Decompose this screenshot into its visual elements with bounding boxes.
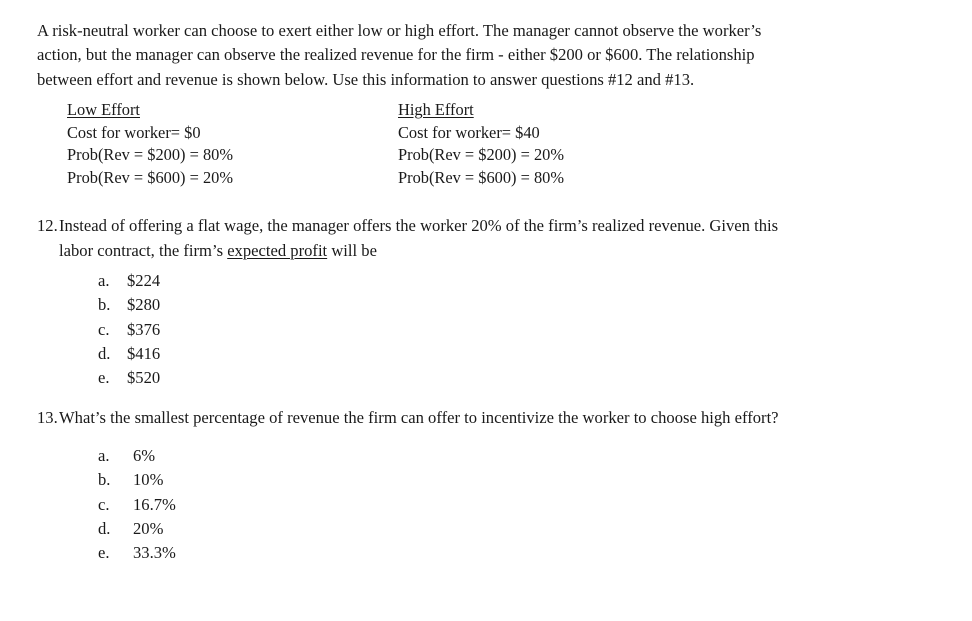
option-e-letter: e. xyxy=(98,543,110,563)
document-page: A risk-neutral worker can choose to exer… xyxy=(0,0,972,621)
low-effort-cost: Cost for worker= $0 xyxy=(67,122,201,142)
question-12-text-2-prefix: labor contract, the firm’s xyxy=(59,240,228,260)
low-effort-prob-200: Prob(Rev = $200) = 80% xyxy=(67,145,233,165)
effort-column-low: Low Effort Cost for worker= $0 Prob(Rev … xyxy=(67,99,397,189)
low-effort-header-line: Low Effort xyxy=(67,99,397,122)
option-c-letter: c. xyxy=(98,319,110,339)
option-a[interactable]: a. $224 xyxy=(98,269,160,293)
option-c[interactable]: c. 16.7% xyxy=(98,493,176,517)
option-a-text: $224 xyxy=(127,271,161,290)
option-b[interactable]: b. 10% xyxy=(98,468,176,492)
low-effort-header: Low Effort xyxy=(67,100,140,119)
option-d-text: $416 xyxy=(127,343,161,363)
high-effort-prob-200: Prob(Rev = $200) = 20% xyxy=(398,145,564,165)
option-d[interactable]: d. 20% xyxy=(98,517,176,541)
question-12-number: 12. xyxy=(37,216,58,235)
question-13-number: 13. xyxy=(37,408,58,427)
option-e-text: 33.3% xyxy=(133,543,176,563)
option-b-letter: b. xyxy=(98,295,111,315)
option-a-letter: a. xyxy=(98,446,110,465)
question-13-line-1: 13.What’s the smallest percentage of rev… xyxy=(37,406,942,431)
option-e[interactable]: e. 33.3% xyxy=(98,541,176,565)
question-12-line-2: labor contract, the firm’s expected prof… xyxy=(37,239,942,264)
option-c[interactable]: c. $376 xyxy=(98,318,160,342)
option-d[interactable]: d. $416 xyxy=(98,342,160,366)
option-c-text: $376 xyxy=(127,319,161,339)
question-12-options: a. $224 b. $280 c. $376 d. $416 e. $520 xyxy=(98,269,160,390)
intro-line-2: action, but the manager can observe the … xyxy=(37,45,755,65)
question-13: 13.What’s the smallest percentage of rev… xyxy=(37,406,942,431)
option-b-text: 10% xyxy=(133,470,164,490)
option-d-text: 20% xyxy=(133,518,164,538)
question-12-text-2-suffix: will be xyxy=(327,240,377,260)
option-c-letter: c. xyxy=(98,494,110,514)
effort-column-high: High Effort Cost for worker= $40 Prob(Re… xyxy=(398,99,698,189)
option-a-letter: a. xyxy=(98,271,110,290)
option-d-letter: d. xyxy=(98,518,111,538)
option-b-text: $280 xyxy=(127,295,161,315)
option-b-letter: b. xyxy=(98,470,111,490)
question-12-text-1: Instead of offering a flat wage, the man… xyxy=(59,216,779,235)
option-a-text: 6% xyxy=(133,446,156,465)
high-effort-header: High Effort xyxy=(398,100,474,119)
question-13-text-1: What’s the smallest percentage of revenu… xyxy=(59,408,779,427)
question-12-emphasis: expected profit xyxy=(227,240,328,260)
option-e[interactable]: e. $520 xyxy=(98,366,160,390)
intro-paragraph: A risk-neutral worker can choose to exer… xyxy=(37,19,940,92)
option-d-letter: d. xyxy=(98,343,111,363)
question-12-line-1: 12.Instead of offering a flat wage, the … xyxy=(37,214,942,239)
option-e-text: $520 xyxy=(127,368,161,388)
high-effort-cost: Cost for worker= $40 xyxy=(398,122,540,142)
low-effort-prob-600: Prob(Rev = $600) = 20% xyxy=(67,167,233,187)
high-effort-header-line: High Effort xyxy=(398,99,698,122)
intro-line-3: between effort and revenue is shown belo… xyxy=(37,69,695,89)
option-c-text: 16.7% xyxy=(133,494,176,514)
question-13-options: a. 6% b. 10% c. 16.7% d. 20% e. 33.3% xyxy=(98,444,176,565)
option-a[interactable]: a. 6% xyxy=(98,444,176,468)
option-b[interactable]: b. $280 xyxy=(98,293,160,317)
question-12: 12.Instead of offering a flat wage, the … xyxy=(37,214,942,263)
option-e-letter: e. xyxy=(98,368,110,388)
high-effort-prob-600: Prob(Rev = $600) = 80% xyxy=(398,167,564,187)
intro-line-1: A risk-neutral worker can choose to exer… xyxy=(37,21,762,40)
